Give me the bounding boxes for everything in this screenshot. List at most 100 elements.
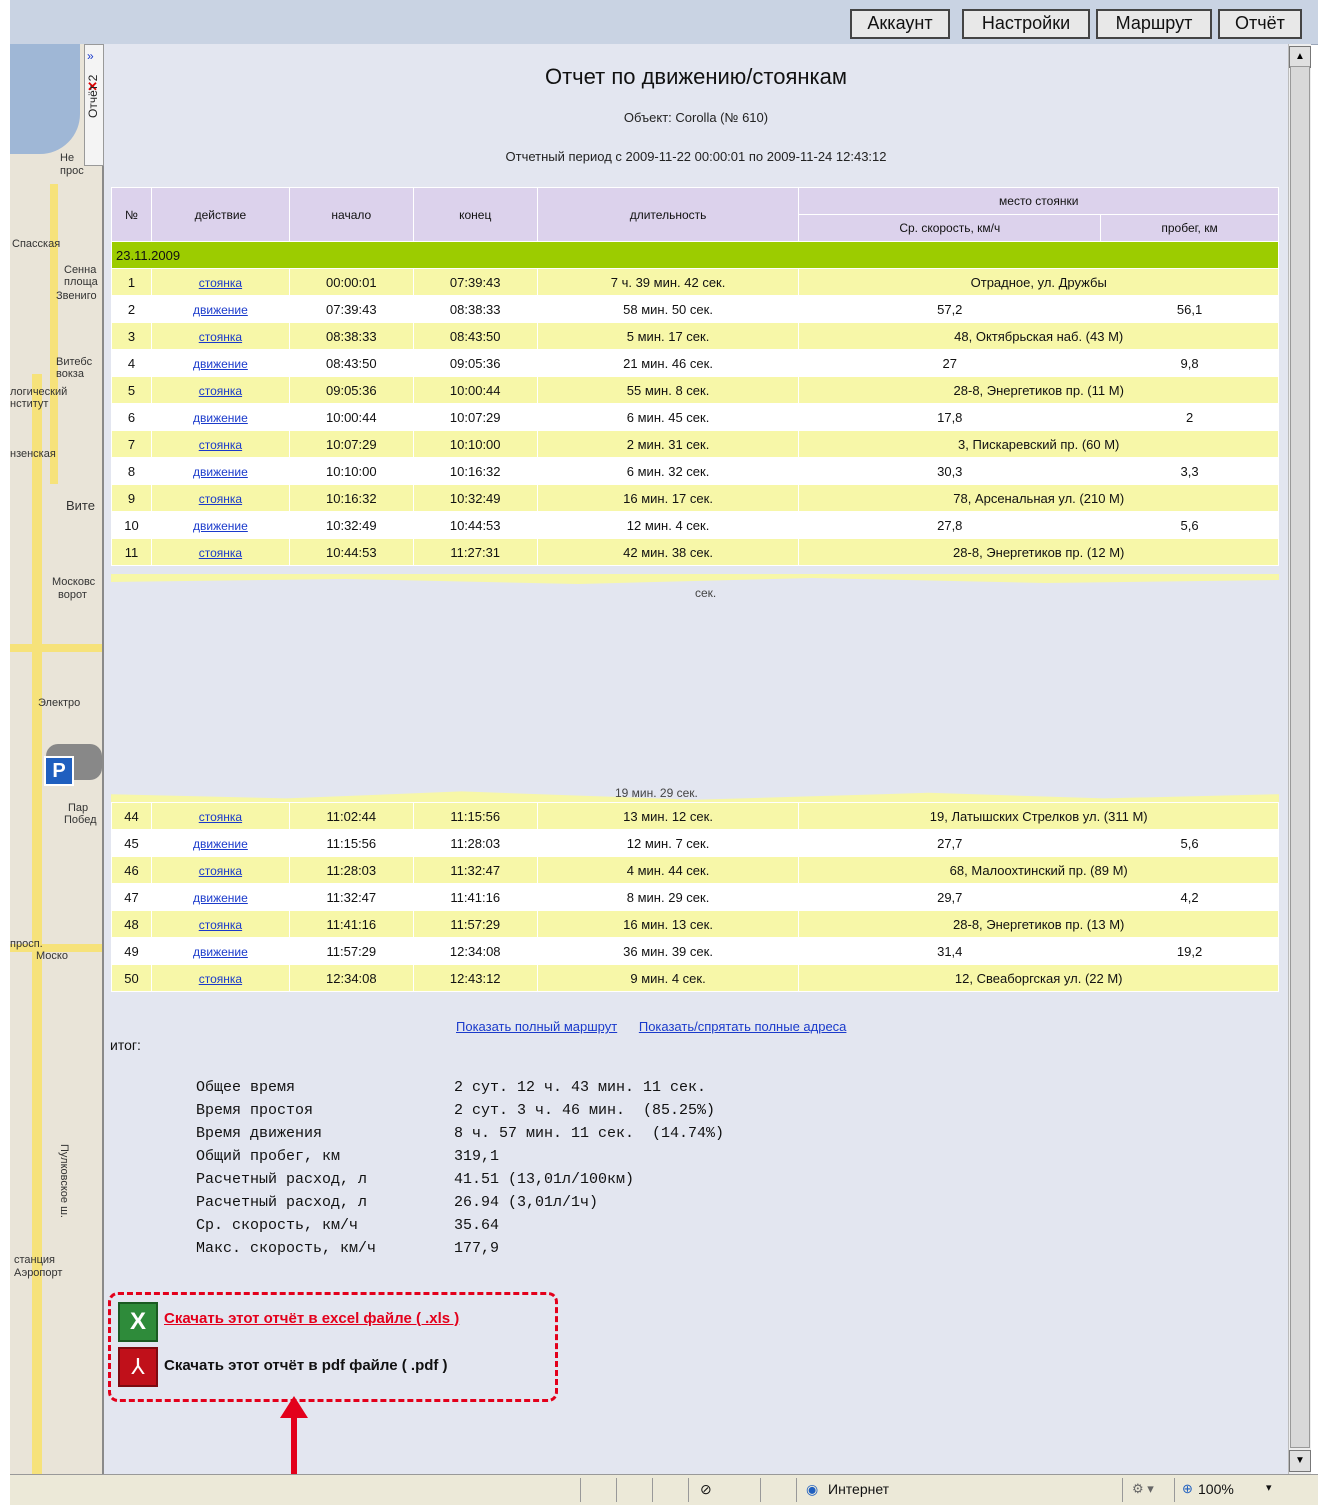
table-row: 45 движение 11:15:56 11:28:03 12 мин. 7 сек.… [111, 829, 1279, 857]
cell-action[interactable]: движение [150, 457, 290, 485]
cell-end: 11:32:47 [412, 856, 538, 884]
action-link[interactable]: движение [193, 837, 248, 851]
action-link[interactable]: стоянка [199, 864, 242, 878]
cell-action[interactable]: стоянка [150, 268, 290, 296]
action-link[interactable]: стоянка [199, 810, 242, 824]
cell-mileage: 2 [1100, 403, 1279, 431]
col-header-place: место стоянки [798, 187, 1279, 215]
cell-end: 11:28:03 [412, 829, 538, 857]
action-link[interactable]: стоянка [199, 438, 242, 452]
show-full-route-link[interactable]: Показать полный маршрут [456, 1019, 617, 1034]
cell-action[interactable]: движение [150, 295, 290, 323]
route-button[interactable]: Маршрут [1096, 9, 1212, 39]
download-pdf-link[interactable]: Скачать этот отчёт в pdf файле ( .pdf ) [164, 1357, 448, 1374]
cell-num: 50 [111, 964, 152, 992]
cell-action[interactable]: стоянка [150, 802, 290, 830]
status-divider [1174, 1478, 1175, 1502]
cell-mileage: 4,2 [1100, 883, 1279, 911]
download-xls-link[interactable]: Скачать этот отчёт в excel файле ( .xls … [164, 1310, 459, 1327]
action-link[interactable]: стоянка [199, 492, 242, 506]
cell-place: 68, Малоохтинский пр. (89 М) [798, 856, 1279, 884]
cell-end: 07:39:43 [412, 268, 538, 296]
cell-action[interactable]: движение [150, 937, 290, 965]
action-link[interactable]: стоянка [199, 546, 242, 560]
map-road [10, 644, 102, 652]
settings-button[interactable]: Настройки [962, 9, 1090, 39]
cell-place: 3, Пискаревский пр. (60 М) [798, 430, 1279, 458]
cell-start: 10:10:00 [288, 457, 414, 485]
map-label: Электро [38, 697, 81, 709]
cell-end: 10:44:53 [412, 511, 538, 539]
col-header-start: начало [288, 187, 414, 242]
account-button[interactable]: Аккаунт [850, 9, 950, 39]
protected-mode-icon[interactable]: ⚙ ▾ [1132, 1481, 1154, 1497]
map-label: Московс [52, 576, 96, 588]
cell-action[interactable]: стоянка [150, 430, 290, 458]
report-table: № действие начало конец длительность мес… [111, 187, 1279, 566]
summary-value: 35.64 [454, 1217, 500, 1234]
action-link[interactable]: стоянка [199, 384, 242, 398]
summary-key: Макс. скорость, км/ч [196, 1240, 377, 1257]
cell-action[interactable]: движение [150, 829, 290, 857]
cell-action[interactable]: движение [150, 403, 290, 431]
privacy-icon[interactable]: ⊘ [700, 1481, 712, 1498]
action-link[interactable]: стоянка [199, 972, 242, 986]
action-link[interactable]: движение [193, 945, 248, 959]
report-tab-label[interactable]: Отчёт 2 [86, 75, 100, 118]
action-link[interactable]: движение [193, 357, 248, 371]
map-label: Не [60, 152, 75, 164]
zoom-dropdown-icon[interactable]: ▾ [1266, 1481, 1272, 1494]
cell-action[interactable]: стоянка [150, 856, 290, 884]
action-link[interactable]: стоянка [199, 276, 242, 290]
action-link[interactable]: движение [193, 465, 248, 479]
cell-num: 47 [111, 883, 152, 911]
report-button[interactable]: Отчёт [1218, 9, 1302, 39]
zoom-icon[interactable]: ⊕ [1182, 1481, 1193, 1497]
cell-action[interactable]: стоянка [150, 376, 290, 404]
action-link[interactable]: стоянка [199, 330, 242, 344]
cell-duration: 16 мин. 17 сек. [536, 484, 800, 512]
cell-speed: 57,2 [798, 295, 1102, 323]
scroll-thumb[interactable] [1290, 66, 1310, 1448]
cell-action[interactable]: стоянка [150, 910, 290, 938]
cell-speed: 17,8 [798, 403, 1102, 431]
pdf-icon[interactable]: ⅄ [118, 1347, 158, 1387]
cell-mileage: 56,1 [1100, 295, 1279, 323]
cell-place: 48, Октябрьская наб. (43 М) [798, 322, 1279, 350]
parking-icon: P [44, 756, 74, 786]
table-row: 8 движение 10:10:00 10:16:32 6 мин. 32 сек. 3… [111, 457, 1279, 485]
cell-end: 08:43:50 [412, 322, 538, 350]
action-link[interactable]: движение [193, 891, 248, 905]
cell-action[interactable]: движение [150, 511, 290, 539]
action-link[interactable]: стоянка [199, 918, 242, 932]
cell-action[interactable]: движение [150, 883, 290, 911]
status-divider [796, 1478, 797, 1502]
summary-row: Ср. скорость, км/ч 35.64 [196, 1214, 724, 1237]
cell-action[interactable]: стоянка [150, 484, 290, 512]
cell-action[interactable]: движение [150, 349, 290, 377]
map-label: вокза [56, 368, 84, 380]
scroll-down-icon[interactable]: ▼ [1289, 1450, 1311, 1472]
action-link[interactable]: движение [193, 303, 248, 317]
summary-key: Ср. скорость, км/ч [196, 1217, 359, 1234]
torn-fragment: сек. [695, 586, 717, 600]
map-panel[interactable]: Не прос Спасская Сенна площа Звениго Вит… [10, 44, 104, 1474]
map-label: Аэропорт [14, 1267, 63, 1279]
map-label: просп. [10, 938, 43, 950]
zoom-level[interactable]: 100% [1198, 1481, 1234, 1497]
cell-start: 08:43:50 [288, 349, 414, 377]
cell-action[interactable]: стоянка [150, 964, 290, 992]
action-link[interactable]: движение [193, 519, 248, 533]
action-link[interactable]: движение [193, 411, 248, 425]
cell-end: 08:38:33 [412, 295, 538, 323]
double-chevron-icon[interactable]: » [87, 49, 94, 63]
status-divider [1122, 1478, 1123, 1502]
cell-action[interactable]: стоянка [150, 322, 290, 350]
map-label: Вите [66, 498, 95, 513]
cell-duration: 12 мин. 7 сек. [536, 829, 800, 857]
cell-action[interactable]: стоянка [150, 538, 290, 566]
excel-icon[interactable]: X [118, 1302, 158, 1342]
col-header-duration: длительность [536, 187, 800, 242]
scroll-up-icon[interactable]: ▲ [1289, 46, 1311, 68]
toggle-full-addresses-link[interactable]: Показать/спрятать полные адреса [639, 1019, 847, 1034]
